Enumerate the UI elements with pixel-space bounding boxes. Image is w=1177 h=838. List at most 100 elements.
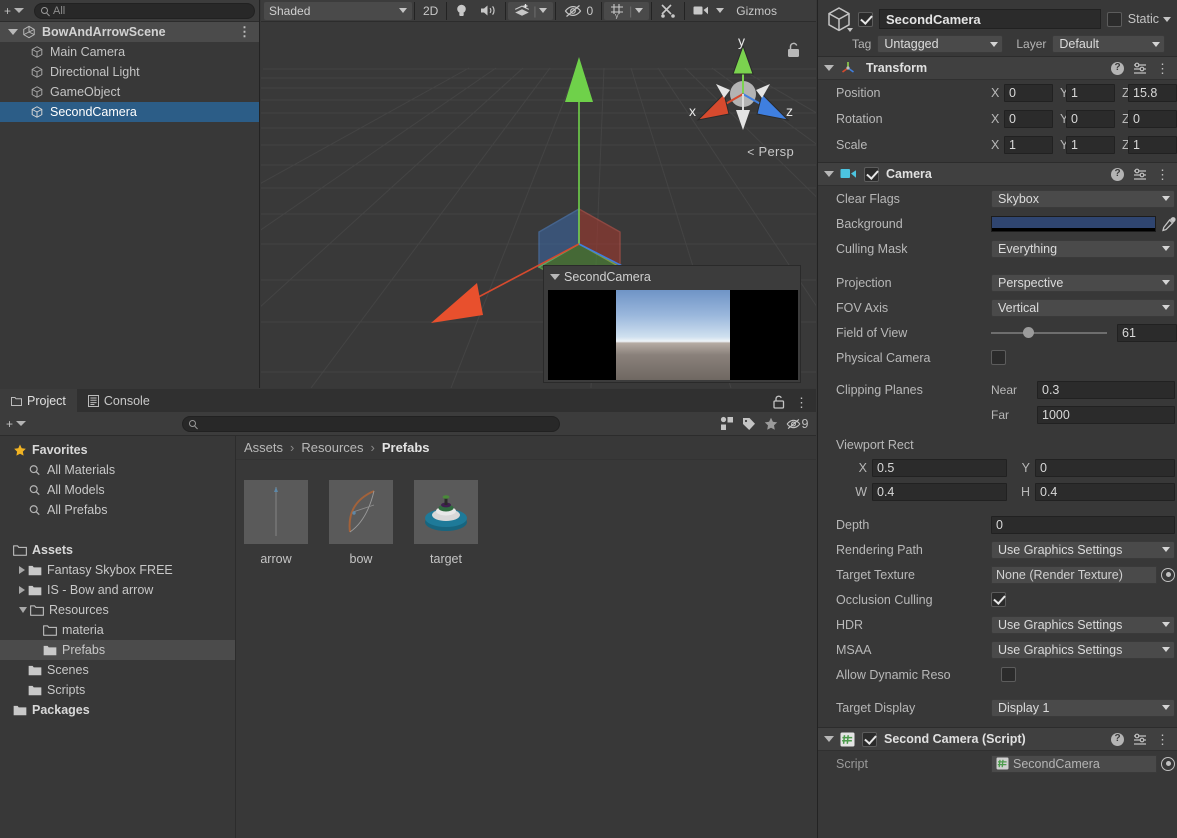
help-icon[interactable]: ?: [1111, 732, 1124, 746]
scene-grid-button[interactable]: y |: [604, 1, 650, 20]
target-display-dropdown[interactable]: Display 1: [991, 698, 1175, 717]
viewport-y-input[interactable]: 0: [1035, 459, 1175, 477]
chevron-down-icon[interactable]: [824, 65, 834, 71]
project-tree-item-favorites[interactable]: Favorites: [0, 440, 235, 460]
component-menu-icon[interactable]: ⋮: [1156, 733, 1169, 746]
breadcrumb-prefabs[interactable]: Prefabs: [382, 440, 430, 455]
camera-preview-header[interactable]: SecondCamera: [544, 266, 800, 288]
project-tree-item-is-bow-and-arrow[interactable]: IS - Bow and arrow: [0, 580, 235, 600]
component-header-second-camera-script[interactable]: Second Camera (Script) ? ⋮: [818, 727, 1177, 751]
filter-favorites-icon[interactable]: [760, 415, 782, 433]
physical-camera-checkbox[interactable]: [991, 350, 1006, 365]
rotation-z-input[interactable]: 0: [1128, 110, 1177, 128]
clear-flags-dropdown[interactable]: Skybox: [991, 189, 1175, 208]
lock-icon[interactable]: [787, 42, 801, 59]
position-y-input[interactable]: 1: [1066, 84, 1115, 102]
occlusion-culling-checkbox[interactable]: [991, 592, 1006, 607]
chevron-down-icon[interactable]: [539, 8, 548, 13]
project-tree-item-packages[interactable]: Packages: [0, 700, 235, 720]
filter-by-label-icon[interactable]: [738, 415, 760, 433]
project-tree-item-fantasy-skybox-free[interactable]: Fantasy Skybox FREE: [0, 560, 235, 580]
object-enabled-checkbox[interactable]: [858, 11, 873, 27]
project-tree-item-resources[interactable]: Resources: [0, 600, 235, 620]
help-icon[interactable]: ?: [1111, 61, 1124, 75]
allow-dynamic-resolution-checkbox[interactable]: [1001, 667, 1016, 682]
clipping-near-input[interactable]: 0.3: [1037, 380, 1175, 399]
help-icon[interactable]: ?: [1111, 167, 1124, 181]
object-picker-icon[interactable]: [1161, 567, 1175, 582]
chevron-down-icon[interactable]: [824, 171, 834, 177]
rotation-x-input[interactable]: 0: [1004, 110, 1053, 128]
scene-orientation-gizmo[interactable]: x z y: [684, 32, 802, 150]
slider-knob[interactable]: [1023, 327, 1035, 338]
chevron-down-icon[interactable]: [19, 607, 27, 613]
asset-item-bow[interactable]: bow: [329, 480, 393, 566]
project-tree-item-all-models[interactable]: All Models: [0, 480, 235, 500]
hierarchy-search-input[interactable]: All: [34, 2, 255, 19]
scale-z-input[interactable]: 1: [1128, 136, 1177, 154]
project-create-dropdown[interactable]: +: [4, 417, 27, 431]
scene-viewport[interactable]: x z y < Persp SecondCamera: [261, 22, 816, 388]
preset-icon[interactable]: [1133, 733, 1147, 746]
hdr-dropdown[interactable]: Use Graphics Settings: [991, 615, 1175, 634]
script-objectfield[interactable]: SecondCamera: [991, 754, 1157, 773]
asset-item-target[interactable]: target: [414, 480, 478, 566]
camera-enabled-checkbox[interactable]: [864, 166, 879, 182]
hierarchy-create-dropdown[interactable]: +: [4, 4, 25, 18]
chevron-down-icon[interactable]: [716, 8, 725, 13]
layer-dropdown[interactable]: Default: [1052, 35, 1166, 53]
project-tree-item-assets[interactable]: Assets: [0, 540, 235, 560]
lock-icon[interactable]: [773, 395, 785, 409]
project-tree-item-prefabs[interactable]: Prefabs: [0, 640, 235, 660]
breadcrumb-resources[interactable]: Resources: [301, 440, 363, 455]
hierarchy-item-main-camera[interactable]: Main Camera: [0, 42, 259, 62]
component-header-transform[interactable]: Transform ? ⋮: [818, 56, 1177, 80]
scene-audio-button[interactable]: [474, 2, 503, 20]
hierarchy-scene-menu-icon[interactable]: ⋮: [230, 25, 259, 38]
project-tree-item-scenes[interactable]: Scenes: [0, 660, 235, 680]
scale-y-input[interactable]: 1: [1066, 136, 1115, 154]
asset-item-arrow[interactable]: arrow: [244, 480, 308, 566]
project-tree-item-all-materials[interactable]: All Materials: [0, 460, 235, 480]
tab-project[interactable]: Project: [0, 389, 77, 412]
tag-dropdown[interactable]: Untagged: [877, 35, 1004, 53]
scene-tools-button[interactable]: [654, 2, 682, 20]
preset-icon[interactable]: [1133, 168, 1147, 181]
chevron-right-icon[interactable]: [19, 566, 25, 574]
chevron-down-icon[interactable]: [824, 736, 834, 742]
breadcrumb-assets[interactable]: Assets: [244, 440, 283, 455]
scene-camera-button[interactable]: [687, 2, 730, 20]
viewport-w-input[interactable]: 0.4: [872, 483, 1007, 501]
object-picker-icon[interactable]: [1161, 756, 1175, 771]
chevron-down-icon[interactable]: [8, 29, 18, 35]
hierarchy-item-directional-light[interactable]: Directional Light: [0, 62, 259, 82]
scene-lighting-button[interactable]: [449, 2, 474, 20]
field-of-view-slider[interactable]: [991, 324, 1107, 342]
projection-dropdown[interactable]: Perspective: [991, 273, 1175, 292]
hierarchy-item-gameobject[interactable]: GameObject: [0, 82, 259, 102]
clipping-far-input[interactable]: 1000: [1037, 405, 1175, 424]
msaa-dropdown[interactable]: Use Graphics Settings: [991, 640, 1175, 659]
project-tree-item-all-prefabs[interactable]: All Prefabs: [0, 500, 235, 520]
hierarchy-item-secondcamera[interactable]: SecondCamera: [0, 102, 259, 122]
toggle-2d-button[interactable]: 2D: [417, 2, 444, 20]
fov-axis-dropdown[interactable]: Vertical: [991, 298, 1175, 317]
project-search-input[interactable]: [182, 415, 560, 432]
static-checkbox[interactable]: [1106, 11, 1122, 27]
project-menu-icon[interactable]: ⋮: [795, 396, 808, 409]
eyedropper-icon[interactable]: [1161, 216, 1177, 232]
scene-fx-button[interactable]: |: [508, 1, 554, 20]
component-menu-icon[interactable]: ⋮: [1156, 168, 1169, 181]
project-tree-item-materia[interactable]: materia: [0, 620, 235, 640]
perspective-label[interactable]: < Persp: [747, 144, 794, 159]
viewport-h-input[interactable]: 0.4: [1035, 483, 1175, 501]
hierarchy-scene-row[interactable]: BowAndArrowScene ⋮: [0, 22, 259, 42]
rotation-y-input[interactable]: 0: [1066, 110, 1115, 128]
preset-icon[interactable]: [1133, 62, 1147, 75]
viewport-x-input[interactable]: 0.5: [872, 459, 1007, 477]
object-name-input[interactable]: SecondCamera: [879, 9, 1101, 29]
chevron-down-icon[interactable]: [1163, 16, 1171, 22]
component-menu-icon[interactable]: ⋮: [1156, 62, 1169, 75]
filter-by-type-icon[interactable]: [716, 415, 738, 433]
position-z-input[interactable]: 15.8: [1128, 84, 1177, 102]
